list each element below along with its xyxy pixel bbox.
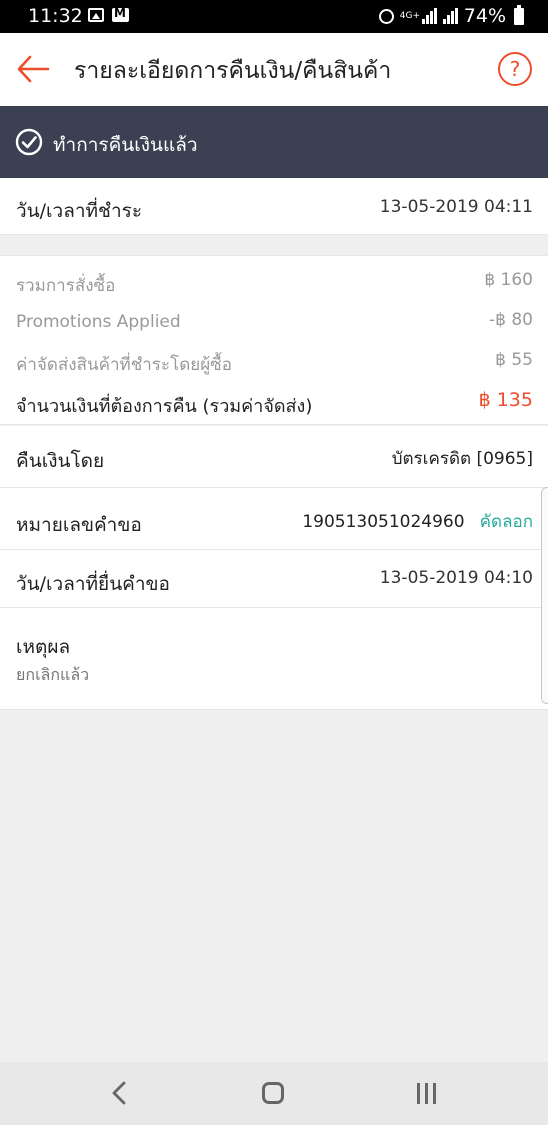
request-number-label: หมายเลขคำขอ bbox=[16, 514, 142, 536]
refund-method-label: คืนเงินโดย bbox=[16, 450, 105, 472]
payment-time-value: 13-05-2019 04:11 bbox=[379, 197, 533, 217]
check-circle-icon bbox=[15, 128, 43, 156]
copy-button[interactable]: คัดลอก bbox=[480, 512, 533, 532]
nav-recents-icon[interactable] bbox=[416, 1083, 438, 1104]
signal-icon-2 bbox=[442, 8, 458, 24]
request-time-value: 13-05-2019 04:10 bbox=[379, 568, 533, 588]
page-title: รายละเอียดการคืนเงิน/คืนสินค้า bbox=[74, 58, 392, 84]
network-type: 4G+ bbox=[399, 10, 421, 21]
refund-amount-label: จำนวนเงินที่ต้องการคืน (รวมค่าจัดส่ง) bbox=[16, 396, 313, 417]
help-icon[interactable]: ? bbox=[498, 52, 532, 86]
back-arrow-icon[interactable] bbox=[16, 55, 50, 83]
payment-time-row: วัน/เวลาที่ชำระ 13-05-2019 04:11 bbox=[0, 178, 548, 235]
status-bar: 11:32 4G+ 74% bbox=[0, 0, 548, 33]
system-nav-bar bbox=[0, 1062, 548, 1125]
shipping-fee-label: ค่าจัดส่งสินค้าที่ชำระโดยผู้ซื้อ bbox=[16, 355, 232, 375]
app-bar: รายละเอียดการคืนเงิน/คืนสินค้า ? bbox=[0, 33, 548, 107]
refund-status-text: ทำการคืนเงินแล้ว bbox=[53, 134, 198, 156]
shipping-fee-value: ฿ 55 bbox=[495, 350, 533, 370]
mail-notification-icon bbox=[112, 6, 129, 22]
status-time: 11:32 bbox=[28, 5, 83, 27]
payment-time-label: วัน/เวลาที่ชำระ bbox=[16, 200, 143, 222]
promotions-label: Promotions Applied bbox=[16, 312, 181, 332]
request-time-row: วัน/เวลาที่ยื่นคำขอ 13-05-2019 04:10 bbox=[0, 550, 548, 608]
battery-percent: 74% bbox=[463, 5, 506, 27]
nav-back-icon[interactable] bbox=[110, 1080, 128, 1106]
reason-value: ยกเลิกแล้ว bbox=[16, 665, 90, 684]
refund-status-banner: ทำการคืนเงินแล้ว bbox=[0, 106, 548, 178]
promotions-value: -฿ 80 bbox=[489, 310, 533, 330]
request-number-value: 190513051024960 bbox=[302, 512, 465, 532]
refund-method-row: คืนเงินโดย บัตรเครดิต [0965] bbox=[0, 426, 548, 488]
edge-panel-handle[interactable] bbox=[541, 487, 548, 704]
request-time-label: วัน/เวลาที่ยื่นคำขอ bbox=[16, 573, 170, 595]
battery-icon bbox=[514, 4, 524, 25]
refund-amount-value: ฿ 135 bbox=[478, 389, 533, 411]
nav-home-icon[interactable] bbox=[262, 1082, 284, 1104]
alarm-icon bbox=[378, 8, 394, 24]
gallery-notification-icon bbox=[88, 8, 104, 22]
reason-label: เหตุผล bbox=[16, 636, 71, 658]
reason-section: เหตุผล ยกเลิกแล้ว bbox=[0, 608, 548, 710]
refund-summary: รวมการสั่งซื้อ ฿ 160 Promotions Applied … bbox=[0, 255, 548, 425]
signal-icon bbox=[421, 8, 437, 24]
refund-method-value: บัตรเครดิต [0965] bbox=[391, 449, 533, 469]
order-total-value: ฿ 160 bbox=[484, 270, 533, 290]
order-total-label: รวมการสั่งซื้อ bbox=[16, 276, 116, 296]
request-number-row: หมายเลขคำขอ 190513051024960 คัดลอก bbox=[0, 488, 548, 550]
